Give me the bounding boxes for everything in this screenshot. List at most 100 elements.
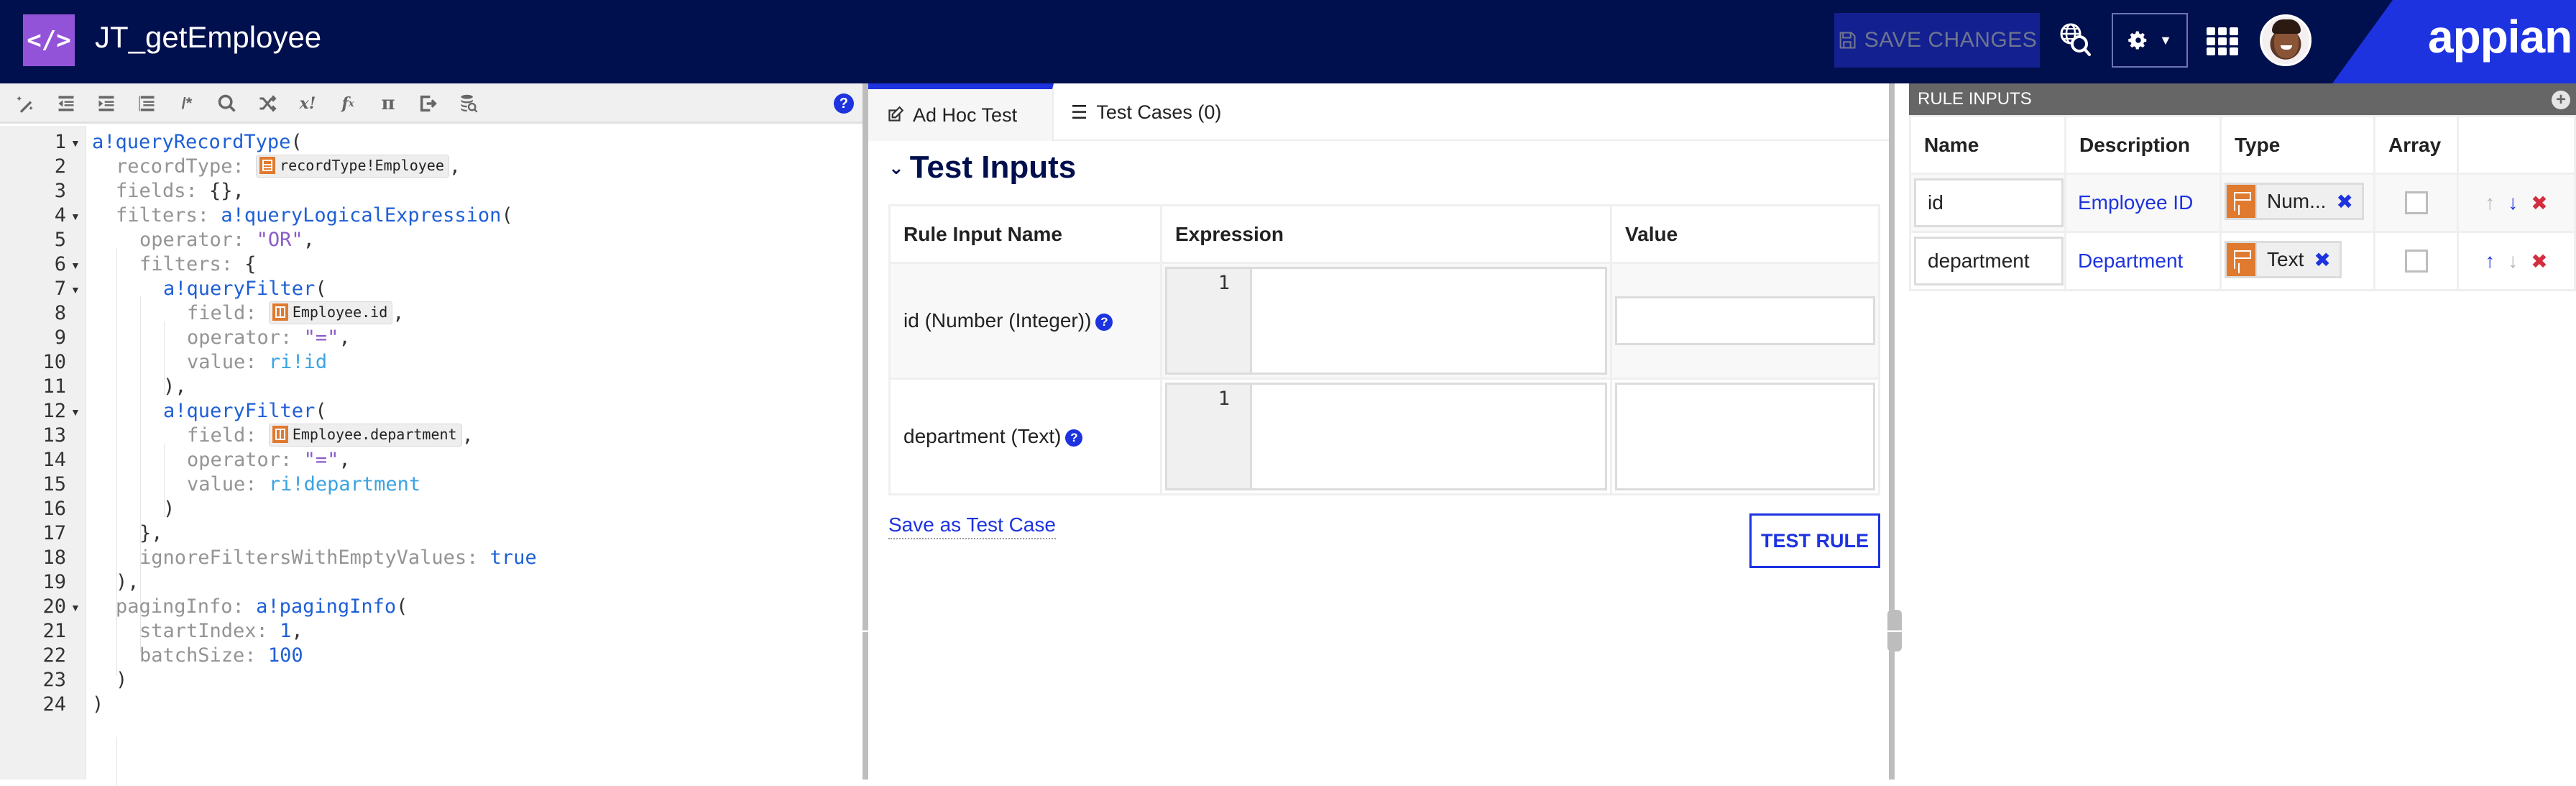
rule-input-name-field[interactable]: id [1914,178,2064,227]
function-icon[interactable]: fx [336,92,359,115]
code-line-20: pagingInfo: a!pagingInfo( [116,595,408,618]
code-editor[interactable]: a!queryRecordType( recordType: recordTyp… [86,126,862,786]
test-rule-button[interactable]: TEST RULE [1749,513,1880,568]
indent-icon[interactable] [95,92,118,115]
save-changes-label: SAVE CHANGES [1864,28,2038,52]
edit-icon [888,106,904,122]
code-line-24: ) [92,693,104,716]
line-number: 7 [54,278,66,300]
database-search-icon[interactable] [457,92,480,115]
rule-input-name: department (Text) [903,425,1062,447]
table-row: id (Number (Integer))? 1 [888,262,1880,380]
code-brackets-icon: </> [23,14,75,66]
remove-type-icon[interactable]: ✖ [2336,190,2352,214]
line-number: 24 [42,693,66,716]
code-line-1: a!queryRecordType( [92,131,303,153]
value-input[interactable] [1615,296,1875,345]
save-changes-button[interactable]: SAVE CHANGES [1834,13,2040,68]
record-type-icon [259,157,276,174]
field-token-department[interactable]: Employee.department [268,423,462,447]
array-checkbox[interactable] [2404,250,2428,273]
right-pane-splitter[interactable] [1889,83,1895,780]
search-icon[interactable] [216,92,239,115]
move-down-icon[interactable]: ↓ [2508,191,2518,215]
user-avatar[interactable] [2260,14,2312,66]
code-line-19: ), [116,571,139,593]
outdent-icon[interactable] [55,92,78,115]
type-picker[interactable]: Num... ✖ [2225,183,2364,220]
globe-search-icon[interactable] [2058,22,2092,58]
delete-icon[interactable]: ✖ [2531,250,2547,273]
format-lines-icon[interactable] [135,92,158,115]
rule-inputs-pane: RULE INPUTS + Name Description Type Arra… [1909,83,2576,780]
line-number: 18 [42,547,66,569]
remove-type-icon[interactable]: ✖ [2314,248,2330,272]
record-field-icon [272,303,288,321]
column-header: Rule Input Name [888,204,1162,264]
description-link[interactable]: Employee ID [2066,191,2193,214]
data-type-icon [2227,185,2255,218]
array-checkbox[interactable] [2404,191,2428,214]
line-number: 11 [42,375,66,398]
type-picker[interactable]: Text ✖ [2225,241,2342,278]
line-number: 22 [42,644,66,667]
test-tabs: Ad Hoc Test ☰ Test Cases (0) [868,83,1889,141]
line-number: 21 [42,620,66,642]
description-link[interactable]: Department [2066,250,2183,272]
move-up-icon[interactable]: ↑ [2485,250,2495,273]
test-inputs-section-header[interactable]: ⌄ Test Inputs [888,150,1076,186]
tab-ad-hoc-test[interactable]: Ad Hoc Test [868,83,1054,141]
value-textarea[interactable] [1615,383,1875,490]
export-icon[interactable] [417,92,440,115]
comment-icon[interactable]: /* [175,92,198,115]
line-number: 23 [42,669,66,691]
tab-test-cases[interactable]: ☰ Test Cases (0) [1054,83,1238,141]
column-header [2457,115,2576,175]
apps-grid-icon[interactable] [2207,27,2238,56]
fold-toggle-icon[interactable]: ▼ [70,595,80,619]
pi-icon[interactable]: π [377,92,400,115]
fold-toggle-icon[interactable]: ▼ [70,130,80,155]
fold-toggle-icon[interactable]: ▼ [70,204,80,228]
magic-wand-icon[interactable] [14,92,37,115]
field-token-id[interactable]: Employee.id [268,301,393,324]
move-down-icon[interactable]: ↓ [2508,250,2518,273]
expression-input[interactable]: 1 [1165,383,1607,490]
line-number: 20 [42,595,66,618]
save-as-test-case-link[interactable]: Save as Test Case [888,513,1056,539]
shuffle-icon[interactable] [256,92,279,115]
move-up-icon[interactable]: ↑ [2485,191,2495,215]
line-number: 2 [54,155,66,178]
expression-input[interactable]: 1 [1165,267,1607,375]
data-type-icon [2227,243,2255,276]
code-line-21: startIndex: 1, [139,620,303,642]
page-title: JT_getEmployee [95,20,322,54]
add-rule-input-button[interactable]: + [2552,91,2570,109]
fold-toggle-icon[interactable]: ▼ [70,252,80,277]
column-header: Expression [1160,204,1612,264]
code-line-9: operator: "=", [187,326,351,349]
delete-icon[interactable]: ✖ [2531,191,2547,215]
fold-toggle-icon[interactable]: ▼ [70,277,80,301]
rule-input-name: id (Number (Integer)) [903,309,1092,332]
line-number: 19 [42,571,66,593]
collapse-right-arrow-icon[interactable]: 🡒 [1875,610,1914,652]
fold-toggle-icon[interactable]: ▼ [70,399,80,424]
variable-icon[interactable]: x! [296,92,319,115]
line-number: 3 [54,180,66,202]
line-number: 6 [54,253,66,275]
rule-input-name-field[interactable]: department [1914,237,2064,285]
help-icon[interactable]: ? [1065,429,1083,447]
help-icon[interactable]: ? [834,93,854,114]
line-number: 17 [42,522,66,544]
editor-toolbar: /* x! fx π ? [0,83,862,124]
appian-logo: appian [2428,11,2572,63]
left-pane-splitter[interactable] [862,83,868,780]
record-type-token[interactable]: recordType!Employee [256,154,449,178]
help-icon[interactable]: ? [1095,313,1113,331]
line-number: 5 [54,229,66,251]
caret-down-icon: ▼ [2159,32,2172,47]
app-header: </> JT_getEmployee SAVE CHANGES ▼ appian [0,0,2576,83]
save-icon [1839,32,1856,49]
settings-menu-button[interactable]: ▼ [2112,13,2188,68]
